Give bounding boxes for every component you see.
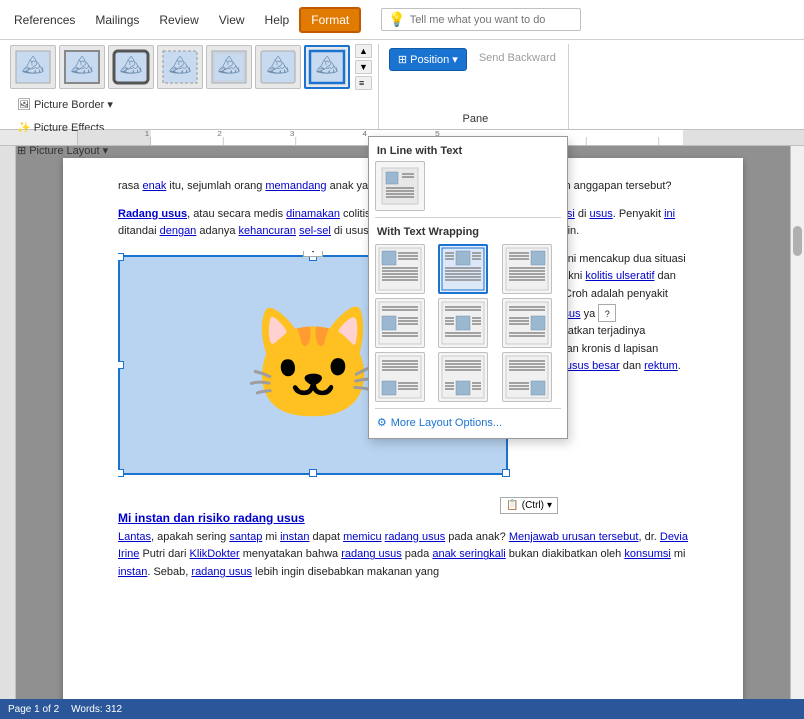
ctrl-text: (Ctrl) [522, 500, 544, 511]
position-item-bot-right[interactable] [502, 352, 552, 402]
inline-tooltip[interactable]: ? [598, 304, 616, 322]
more-layout-options[interactable]: ⚙ More Layout Options... [375, 413, 561, 432]
pic-style-scroll-down[interactable]: ▼ [355, 60, 372, 74]
picture-border-icon: 🖼 [17, 98, 31, 111]
handle-top-left[interactable] [118, 253, 124, 261]
pic-style-5[interactable]: 🏔 [206, 45, 252, 89]
dropdown-divider-1 [375, 217, 561, 218]
image-placeholder: 🐱 [245, 310, 382, 420]
pic-style-more[interactable]: ≡ [355, 76, 372, 90]
svg-text:3: 3 [290, 130, 295, 138]
vertical-ruler [0, 146, 16, 699]
word-count-label: Words: 312 [71, 704, 122, 715]
position-button[interactable]: ⊞ Position ▾ [389, 48, 467, 71]
status-bar: Page 1 of 2 Words: 312 [0, 699, 804, 719]
pic-style-4[interactable]: 🏔 [157, 45, 203, 89]
document-heading: Mi instan dan risiko radang usus [118, 511, 688, 525]
handle-bot-center[interactable] [309, 469, 317, 477]
position-item-mid-right[interactable] [502, 298, 552, 348]
svg-text:🏔: 🏔 [169, 55, 192, 75]
ctrl-badge[interactable]: 📋 (Ctrl) ▾ [500, 497, 558, 514]
menu-help[interactable]: Help [255, 9, 300, 31]
paragraph-4: Lantas, apakah sering santap mi instan d… [118, 529, 688, 582]
menu-format[interactable]: Format [299, 7, 361, 33]
pic-style-scroll-up[interactable]: ▲ [355, 44, 372, 58]
picture-border-button[interactable]: 🖼 Picture Border ▾ [10, 94, 372, 115]
svg-text:2: 2 [217, 130, 222, 138]
svg-text:🏔: 🏔 [316, 55, 339, 75]
ribbon-group-arrange: ⊞ Position ▾ Send Backward Pane In Line … [379, 44, 569, 129]
picture-layout-icon: ⊞ [17, 144, 26, 157]
svg-text:🏔: 🏔 [267, 55, 290, 75]
menu-references[interactable]: References [4, 9, 85, 31]
ribbon: 🏔 🏔 🏔 🏔 🏔 🏔 🏔 ▲ ▼ ≡ [0, 40, 804, 130]
position-item-bot-left[interactable] [375, 352, 425, 402]
position-wrap-grid [375, 244, 561, 402]
arrange-row: ⊞ Position ▾ Send Backward [389, 48, 562, 105]
pic-style-3[interactable]: 🏔 [108, 45, 154, 89]
handle-bot-right[interactable] [502, 469, 510, 477]
position-item-top-center[interactable] [438, 244, 488, 294]
picture-styles-row: 🏔 🏔 🏔 🏔 🏔 🏔 🏔 ▲ ▼ ≡ [10, 44, 372, 90]
wrap-section-title: With Text Wrapping [375, 222, 561, 244]
position-item-top-right[interactable] [502, 244, 552, 294]
word-count: Page 1 of 2 [8, 704, 59, 715]
position-inline-item[interactable] [375, 161, 425, 211]
send-backward-button[interactable]: Send Backward [473, 48, 562, 68]
menu-bar: References Mailings Review View Help For… [0, 0, 804, 40]
position-item-mid-center[interactable] [438, 298, 488, 348]
search-input[interactable] [410, 14, 575, 26]
position-icon: ⊞ [398, 53, 407, 66]
pic-style-7[interactable]: 🏔 [304, 45, 350, 89]
vertical-scrollbar[interactable] [790, 146, 804, 699]
pic-style-2[interactable]: 🏔 [59, 45, 105, 89]
menu-mailings[interactable]: Mailings [85, 9, 149, 31]
scrollbar-thumb[interactable] [793, 226, 802, 256]
svg-text:1: 1 [145, 130, 150, 138]
position-dropdown-panel: In Line with Text With [368, 136, 568, 439]
image-move-handle[interactable]: ✥ [303, 251, 323, 257]
search-box: 💡 [381, 8, 581, 31]
settings-icon: ⚙ [377, 416, 387, 429]
position-item-top-left[interactable] [375, 244, 425, 294]
dropdown-divider-2 [375, 408, 561, 409]
svg-text:🏔: 🏔 [120, 55, 143, 75]
pic-style-6[interactable]: 🏔 [255, 45, 301, 89]
position-dropdown-arrow: ▾ [452, 53, 458, 66]
menu-view[interactable]: View [209, 9, 255, 31]
pic-style-1[interactable]: 🏔 [10, 45, 56, 89]
ribbon-group-picture-styles: 🏔 🏔 🏔 🏔 🏔 🏔 🏔 ▲ ▼ ≡ [4, 44, 379, 129]
handle-bot-left[interactable] [118, 469, 124, 477]
menu-review[interactable]: Review [149, 9, 208, 31]
svg-text:🏔: 🏔 [71, 55, 94, 75]
svg-text:🏔: 🏔 [22, 55, 45, 75]
svg-text:🏔: 🏔 [218, 55, 241, 75]
pane-button[interactable]: Pane [456, 109, 496, 129]
ctrl-icon: 📋 [506, 500, 518, 511]
handle-mid-left[interactable] [118, 361, 124, 369]
inline-section-title: In Line with Text [375, 143, 561, 161]
lightbulb-icon: 💡 [388, 11, 405, 28]
ctrl-arrow: ▾ [547, 500, 552, 511]
position-item-mid-left[interactable] [375, 298, 425, 348]
position-item-bot-center[interactable] [438, 352, 488, 402]
picture-effects-icon: ✨ [17, 121, 31, 134]
